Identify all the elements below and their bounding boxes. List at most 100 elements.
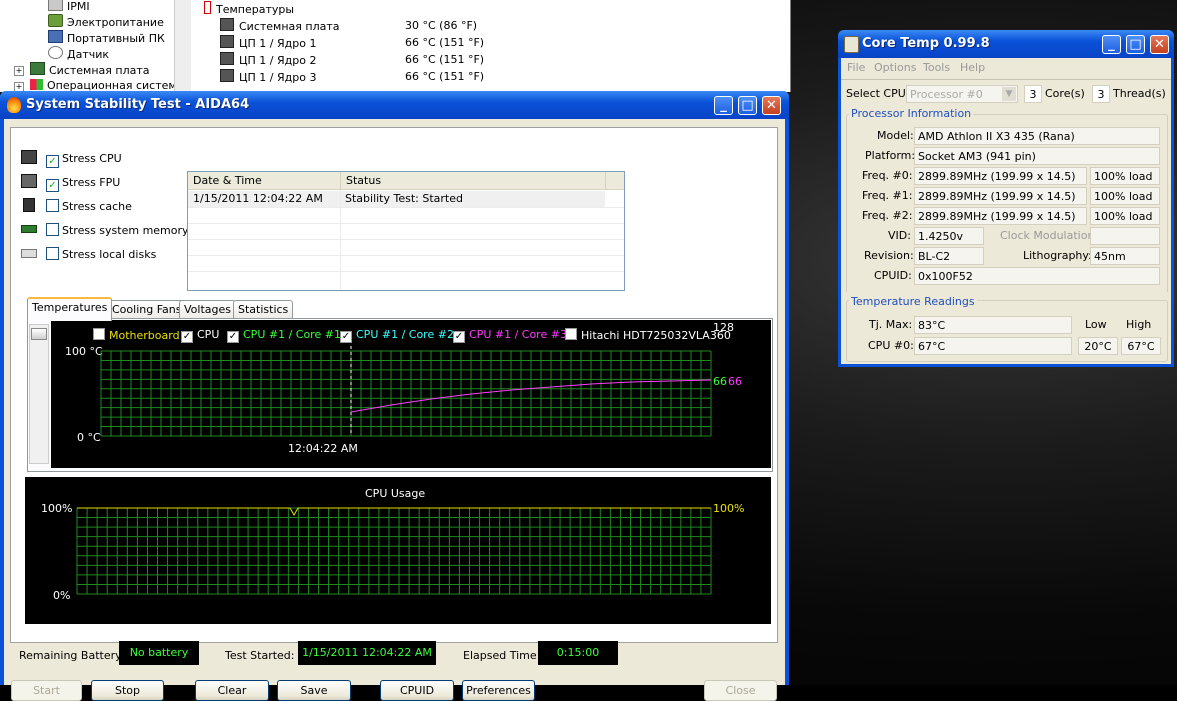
sensor-name: ЦП 1 / Ядро 2 (239, 54, 317, 67)
tab-statistics[interactable]: Statistics (233, 300, 294, 319)
tree-item-laptop[interactable]: Портативный ПК (48, 30, 165, 46)
power-icon (48, 14, 63, 27)
sensor-name: ЦП 1 / Ядро 3 (239, 71, 317, 84)
cpu0-low-value: 20°C (1078, 337, 1118, 355)
window-title: System Stability Test - AIDA64 (26, 97, 250, 112)
sensor-row[interactable]: Системная плата (220, 18, 340, 34)
sensor-name: ЦП 1 / Ядро 1 (239, 37, 317, 50)
freq0-value: 2899.89MHz (199.99 x 14.5) (914, 167, 1087, 185)
log-column-status[interactable]: Status (340, 172, 605, 190)
tree-item-sensor[interactable]: Датчик (48, 46, 109, 62)
aida64-main-window: IPMI Электропитание Портативный ПК Датчи… (0, 0, 791, 92)
stress-memory-checkbox[interactable] (46, 223, 59, 236)
select-cpu-dropdown[interactable]: Processor #0 ▼ (906, 85, 1018, 103)
title-bar[interactable]: Core Temp 0.99.8 _ □ ✕ (838, 30, 1174, 58)
stress-memory-label: Stress system memory (62, 224, 189, 237)
stress-cache-label: Stress cache (62, 200, 132, 213)
tab-temperatures[interactable]: Temperatures (27, 297, 113, 321)
stop-button[interactable]: Stop (91, 680, 164, 701)
tree-item-ipmi[interactable]: IPMI (48, 0, 90, 14)
stress-cache-checkbox[interactable] (46, 199, 59, 212)
maximize-button[interactable]: □ (738, 96, 757, 115)
model-value: AMD Athlon II X3 435 (Rana) (914, 127, 1160, 145)
graph-zoom-slider[interactable] (29, 324, 49, 464)
cpu-usage-line (77, 507, 711, 517)
lithography-value: 45nm (1090, 247, 1160, 265)
sensor-row[interactable]: ЦП 1 / Ядро 2 (220, 52, 316, 68)
test-started-label: Test Started: (225, 649, 295, 662)
freq1-value: 2899.89MHz (199.99 x 14.5) (914, 187, 1087, 205)
save-button[interactable]: Save (277, 680, 351, 701)
title-bar[interactable]: System Stability Test - AIDA64 _ □ ✕ (0, 91, 789, 119)
menu-file[interactable]: File (847, 60, 865, 76)
stress-fpu-checkbox[interactable]: ✓ (46, 179, 59, 192)
minimize-button[interactable]: _ (714, 96, 733, 115)
elapsed-time-label: Elapsed Time: (463, 649, 541, 662)
log-column-filler (605, 172, 624, 190)
row-divider (188, 255, 624, 256)
stress-cpu-row: ✓ Stress CPU (21, 150, 122, 168)
start-button[interactable]: Start (11, 680, 82, 701)
model-label: Model: (877, 129, 914, 142)
tree-scrollbar[interactable] (174, 0, 191, 92)
test-started-value: 1/15/2011 12:04:22 AM (298, 641, 436, 665)
menu-divider (841, 79, 1171, 80)
clock-modulation-label: Clock Modulation: (1000, 229, 1099, 242)
row-divider (188, 271, 624, 272)
processor-info-title: Processor Information (849, 107, 974, 121)
disk-drive-icon (21, 249, 37, 258)
log-datetime-cell: 1/15/2011 12:04:22 AM (193, 192, 323, 205)
tab-cooling-fans[interactable]: Cooling Fans (107, 300, 187, 319)
tree-item-power[interactable]: Электропитание (48, 14, 164, 30)
platform-label: Platform: (865, 149, 916, 162)
expand-icon[interactable]: + (14, 66, 24, 76)
menu-help[interactable]: Help (960, 60, 985, 76)
log-column-datetime[interactable]: Date & Time (188, 172, 340, 190)
tjmax-value: 83°C (914, 316, 1072, 334)
window-title: Core Temp 0.99.8 (862, 36, 990, 51)
window-body: ✓ Stress CPU ✓ Stress FPU Stress cache Str… (4, 119, 785, 701)
temperature-gridlines (100, 350, 712, 437)
sensor-icon (48, 46, 63, 59)
cpu-usage-plot-area (76, 507, 712, 595)
close-window-button[interactable]: ✕ (1150, 35, 1169, 54)
cpuid-value: 0x100F52 (914, 267, 1160, 285)
stress-memory-row: Stress system memory (21, 222, 189, 240)
vid-label: VID: (888, 229, 911, 242)
stress-disks-checkbox[interactable] (46, 247, 59, 260)
temperature-readings-panel: Temperature Readings Tj. Max: 83°C Low H… (841, 292, 1171, 364)
cores-label: Core(s) (1045, 87, 1085, 100)
ipmi-icon (48, 0, 63, 11)
sensor-name: Системная плата (239, 20, 340, 33)
freq0-label: Freq. #0: (862, 169, 913, 182)
sensor-value: 66 °C (151 °F) (405, 70, 485, 83)
stress-cpu-checkbox[interactable]: ✓ (46, 155, 59, 168)
tree-item-label: Электропитание (67, 16, 164, 29)
revision-value: BL-C2 (914, 247, 984, 265)
cpuid-button[interactable]: CPUID (380, 680, 454, 701)
clear-button[interactable]: Clear (195, 680, 269, 701)
close-button[interactable]: Close (704, 680, 777, 701)
temperature-plot-area (100, 346, 712, 437)
stress-cpu-label: Stress CPU (62, 152, 122, 165)
sensor-group-label: Температуры (216, 3, 295, 16)
stress-cache-row: Stress cache (21, 198, 132, 216)
low-label: Low (1085, 318, 1107, 331)
menu-options[interactable]: Options (874, 60, 916, 76)
lithography-label: Lithography: (1023, 249, 1092, 262)
minimize-button[interactable]: _ (1102, 35, 1121, 54)
close-window-button[interactable]: ✕ (762, 96, 781, 115)
tree-item-motherboard[interactable]: Системная плата (30, 62, 150, 78)
slider-thumb[interactable] (31, 328, 47, 340)
freq2-value: 2899.89MHz (199.99 x 14.5) (914, 207, 1087, 225)
row-divider (188, 207, 624, 208)
maximize-button[interactable]: □ (1126, 35, 1145, 54)
revision-label: Revision: (864, 249, 914, 262)
vid-value: 1.4250v (914, 227, 984, 245)
menu-tools[interactable]: Tools (923, 60, 950, 76)
preferences-button[interactable]: Preferences (462, 680, 535, 701)
sensor-row[interactable]: ЦП 1 / Ядро 3 (220, 69, 316, 85)
tab-voltages[interactable]: Voltages (179, 300, 236, 319)
event-log-table[interactable]: Date & Time Status 1/15/2011 12:04:22 AM… (187, 171, 625, 291)
sensor-row[interactable]: ЦП 1 / Ядро 1 (220, 35, 316, 51)
